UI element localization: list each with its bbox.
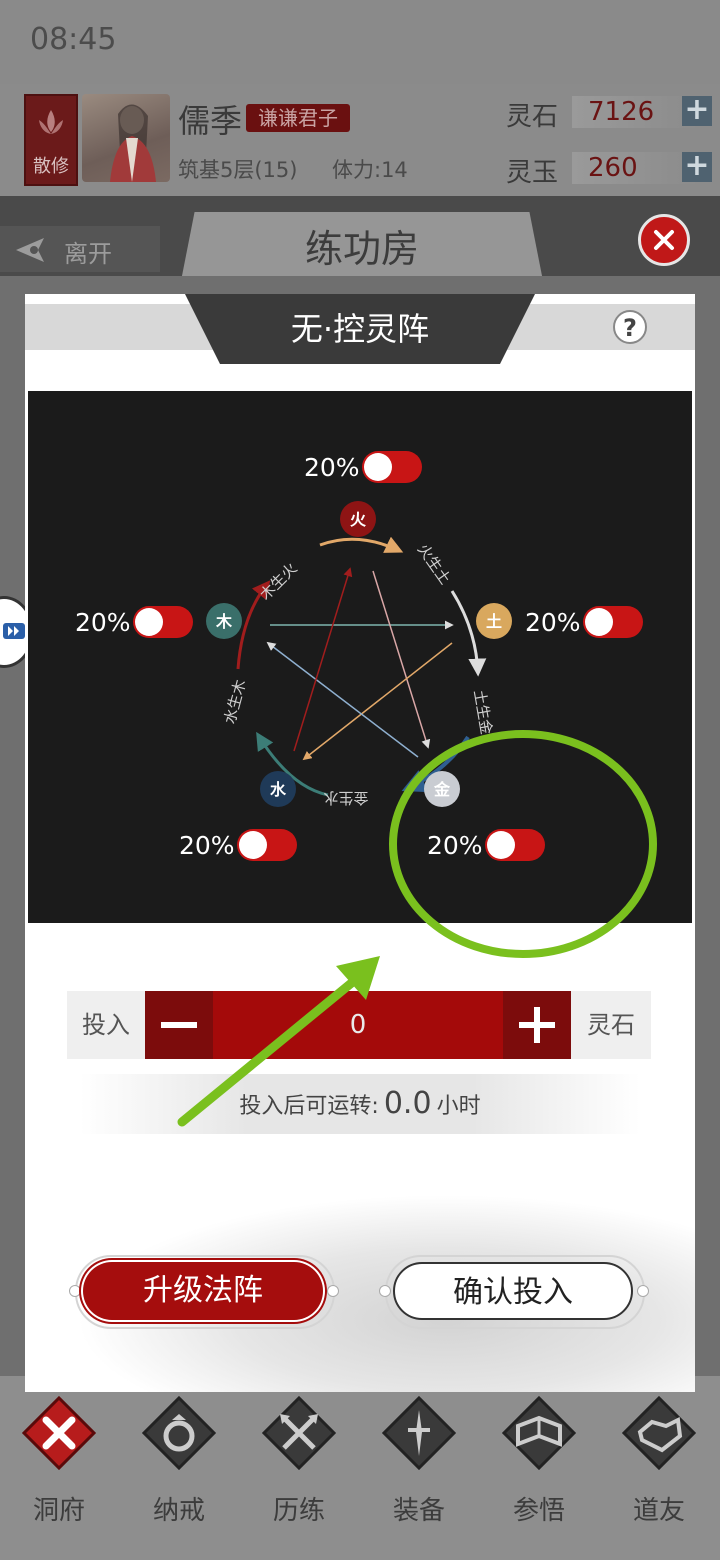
- currency-label-spirit-jade: 灵玉: [506, 158, 559, 188]
- arc-fire-earth: [319, 536, 404, 553]
- invest-amount-input[interactable]: 0: [213, 991, 503, 1059]
- help-icon[interactable]: ?: [613, 310, 647, 344]
- svg-text:火: 火: [350, 510, 367, 529]
- leave-label: 离开: [64, 240, 112, 268]
- lotus-icon: [39, 110, 63, 134]
- svg-text:木: 木: [215, 612, 233, 631]
- cross-icon: [22, 1396, 96, 1470]
- book-icon: [502, 1396, 576, 1470]
- decrease-button[interactable]: [145, 991, 213, 1059]
- toggle-knob: [585, 608, 613, 636]
- player-title-tag: 谦谦君子: [246, 104, 350, 132]
- leave-button[interactable]: 离开: [0, 226, 160, 272]
- nav-item-label: 道友: [632, 1496, 685, 1526]
- runtime-info: 投入后可运转: 0.0 小时: [80, 1074, 640, 1134]
- runtime-value: 0.0: [383, 1086, 432, 1121]
- cycle-label-1: 土生金: [470, 688, 496, 735]
- arc-earth-metal: [450, 590, 487, 677]
- element-percent-3: 20%: [179, 831, 235, 860]
- cycle-label-3: 水生木: [221, 678, 250, 726]
- element-toggle-1[interactable]: [583, 606, 643, 638]
- currency-value-spirit-jade: 260: [572, 152, 698, 184]
- element-percent-2: 20%: [427, 831, 483, 860]
- element-node-3: 水: [260, 771, 296, 807]
- nav-item-4[interactable]: 参悟: [484, 1392, 594, 1542]
- cycle-label-4: 木生火: [256, 559, 301, 604]
- svg-text:金: 金: [433, 780, 451, 799]
- element-percent-0: 20%: [304, 453, 360, 482]
- player-stamina: 体力:14: [332, 158, 408, 182]
- confirm-invest-button[interactable]: 确认投入: [393, 1262, 633, 1320]
- nav-item-label: 纳戒: [152, 1496, 205, 1526]
- element-node-4: 木: [206, 603, 242, 639]
- nav-item-0[interactable]: 洞府: [4, 1392, 114, 1542]
- currency-label-spirit-stone: 灵石: [506, 102, 559, 132]
- element-percent-1: 20%: [525, 608, 581, 637]
- element-toggle-3[interactable]: [237, 829, 297, 861]
- nav-item-2[interactable]: 历练: [244, 1392, 354, 1542]
- invest-label: 投入: [82, 1011, 130, 1039]
- player-level: 筑基5层(15): [178, 158, 298, 182]
- close-button[interactable]: [638, 214, 690, 266]
- nav-item-5[interactable]: 道友: [604, 1392, 714, 1542]
- toggle-knob: [487, 831, 515, 859]
- close-icon: [654, 230, 674, 250]
- fast-forward-icon: [3, 623, 25, 639]
- upgrade-array-button[interactable]: 升级法阵: [83, 1262, 323, 1320]
- five-elements-diagram: 火生土土生金金生水 水生木 木生火 火土金 水 木: [206, 501, 512, 807]
- nav-item-label: 参悟: [512, 1496, 565, 1526]
- back-arrow-icon: [16, 238, 44, 262]
- increase-button[interactable]: [503, 991, 571, 1059]
- nav-item-label: 装备: [392, 1496, 445, 1526]
- element-toggle-2[interactable]: [485, 829, 545, 861]
- modal-title: 无·控灵阵: [185, 294, 535, 364]
- element-toggle-4[interactable]: [133, 606, 193, 638]
- array-modal: 无·控灵阵 ? 火生土 土生金 金生水 水生木 木生火 火土金 水 木 20% 20…: [25, 294, 695, 1392]
- add-spirit-jade-button[interactable]: +: [682, 151, 712, 182]
- element-node-2: 金: [424, 771, 460, 807]
- minus-icon: [161, 1022, 197, 1028]
- invest-row: 投入 0 灵石: [67, 991, 651, 1059]
- player-name: 儒季: [178, 102, 243, 140]
- status-time: 08:45: [30, 22, 117, 57]
- toggle-knob: [135, 608, 163, 636]
- nav-item-1[interactable]: 纳戒: [124, 1392, 234, 1542]
- element-percent-4: 20%: [75, 608, 131, 637]
- runtime-unit: 小时: [436, 1094, 481, 1119]
- swords-icon: [262, 1396, 336, 1470]
- nav-item-label: 历练: [272, 1496, 325, 1526]
- svg-text:水: 水: [270, 780, 287, 799]
- cycle-label-2: 金生水: [323, 789, 368, 807]
- currency-value-spirit-stone: 7126: [572, 96, 698, 128]
- nav-item-3[interactable]: 装备: [364, 1392, 474, 1542]
- nav-item-label: 洞府: [32, 1496, 85, 1526]
- room-title: 练功房: [180, 212, 544, 286]
- cycle-label-0: 火生土: [414, 541, 455, 588]
- status-bar: 08:45: [0, 0, 720, 84]
- element-toggle-0[interactable]: [362, 451, 422, 483]
- handshake-icon: [622, 1396, 696, 1470]
- ring-icon: [142, 1396, 216, 1470]
- toggle-knob: [239, 831, 267, 859]
- sect-badge[interactable]: 散修: [24, 94, 78, 186]
- element-node-0: 火: [340, 501, 376, 537]
- add-spirit-stone-button[interactable]: +: [682, 95, 712, 126]
- runtime-prefix: 投入后可运转:: [239, 1094, 379, 1119]
- invest-currency-label: 灵石: [587, 1011, 635, 1039]
- sect-badge-label: 散修: [33, 156, 69, 177]
- armor-icon: [382, 1396, 456, 1470]
- toggle-knob: [364, 453, 392, 481]
- five-elements-panel: 火生土土生金金生水 水生木 木生火 火土金 水 木: [28, 391, 692, 923]
- element-node-1: 土: [476, 603, 512, 639]
- avatar[interactable]: [82, 94, 170, 182]
- svg-text:土: 土: [486, 612, 502, 631]
